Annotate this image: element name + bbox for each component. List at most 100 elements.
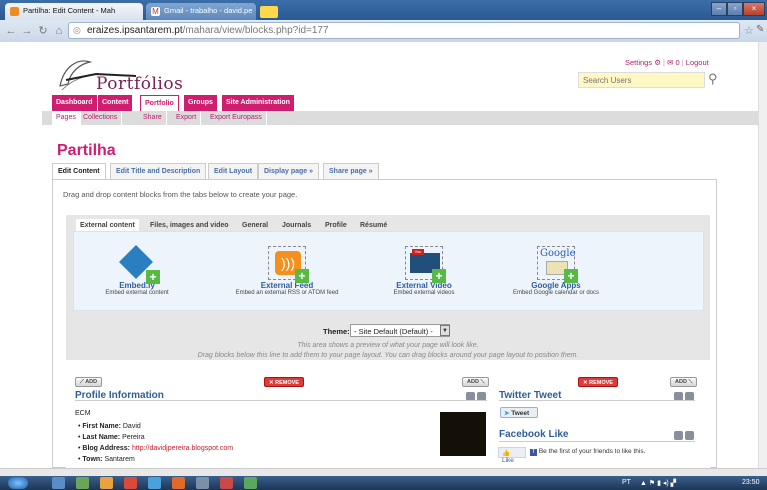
- field-value: David: [122, 423, 141, 430]
- instructions-text: Drag and drop content blocks from the ta…: [63, 190, 298, 199]
- search-icon[interactable]: ⚲: [708, 71, 718, 87]
- blog-link[interactable]: http://davidjpereira.blogspot.com: [132, 445, 233, 452]
- blocktype-google-apps[interactable]: Google + Google Apps Embed Google calend…: [491, 246, 621, 296]
- subnav-pages[interactable]: Pages: [52, 111, 81, 125]
- theme-label: Theme:: [323, 327, 350, 336]
- facebook-block-title[interactable]: Facebook Like: [499, 429, 568, 440]
- delete-block-icon[interactable]: [685, 431, 694, 440]
- blocktype-external-feed[interactable]: ))) + External Feed Embed an external RS…: [217, 246, 357, 296]
- settings-link[interactable]: Settings: [625, 58, 652, 67]
- add-label: ADD: [85, 379, 98, 385]
- add-column-1-button[interactable]: ⟋ ADD: [75, 377, 103, 387]
- theme-select[interactable]: - Site Default (Default) -: [350, 324, 450, 337]
- rss-feed-icon: ))) +: [268, 246, 309, 283]
- configure-icon[interactable]: [674, 431, 683, 440]
- tab-display-page[interactable]: Display page »: [258, 163, 320, 179]
- inbox-icon[interactable]: ✉: [667, 58, 673, 67]
- back-arrow-icon[interactable]: ←: [4, 24, 18, 38]
- profile-org: ECM: [75, 410, 91, 417]
- profile-field-last-name: • Last Name: Pereira: [78, 434, 145, 441]
- taskbar-chrome-icon[interactable]: [124, 477, 137, 489]
- drag-note: Drag blocks below this line to add them …: [197, 352, 579, 359]
- twitter-bird-icon: ➤: [504, 410, 510, 417]
- video-icon: You +: [405, 246, 446, 283]
- subnav-share[interactable]: Share: [139, 111, 167, 125]
- remove-column-2-button[interactable]: ✕ REMOVE: [578, 377, 618, 387]
- subnav-export[interactable]: Export: [172, 111, 202, 125]
- taskbar-app2-icon[interactable]: [196, 477, 209, 489]
- nav-dashboard[interactable]: Dashboard: [52, 95, 98, 111]
- blocktype-desc: Embed external content: [105, 290, 169, 296]
- horizontal-scrollbar[interactable]: [0, 468, 767, 476]
- remove-label: REMOVE: [589, 380, 613, 386]
- nav-site-administration[interactable]: Site Administration: [222, 95, 295, 111]
- blocktype-name: Embed.ly: [119, 281, 155, 290]
- facebook-like-text: f Be the first of your friends to like t…: [530, 448, 645, 456]
- tweet-label: Tweet: [511, 410, 530, 417]
- settings-gear-icon[interactable]: ⚙: [654, 58, 661, 67]
- close-icon[interactable]: ×: [743, 2, 765, 16]
- vertical-scrollbar[interactable]: [758, 42, 767, 468]
- tab-edit-title-description[interactable]: Edit Title and Description: [110, 163, 207, 179]
- wrench-icon[interactable]: ✎: [756, 24, 764, 35]
- taskbar-clock[interactable]: 23:50: [742, 479, 760, 486]
- tab-share-page[interactable]: Share page »: [323, 163, 379, 179]
- inbox-count[interactable]: 0: [675, 58, 679, 67]
- browser-tab-partilha[interactable]: Partilha: Edit Content - Mah: [5, 3, 143, 20]
- url-host: eraizes.ipsantarem.pt: [87, 25, 183, 36]
- chevron-down-icon[interactable]: ▼: [440, 325, 450, 336]
- profile-field-first-name: • First Name: David: [78, 423, 141, 430]
- add-column-2-button[interactable]: ADD ⟍: [462, 377, 490, 387]
- taskbar-app4-icon[interactable]: [244, 477, 257, 489]
- reload-icon[interactable]: ↻: [36, 24, 50, 38]
- field-value: Santarem: [104, 456, 135, 463]
- blocktype-external-video[interactable]: You + External Video Embed external vide…: [359, 246, 489, 296]
- field-label: Town:: [82, 456, 103, 463]
- minimize-icon[interactable]: –: [711, 2, 727, 16]
- like-label: Like: [502, 457, 514, 464]
- nav-groups[interactable]: Groups: [184, 95, 218, 111]
- tab-edit-content[interactable]: Edit Content: [52, 163, 106, 179]
- page-info-icon: ◎: [73, 25, 81, 35]
- tab-edit-layout[interactable]: Edit Layout: [208, 163, 259, 179]
- new-tab-button[interactable]: [260, 6, 278, 18]
- search-users-input[interactable]: [578, 72, 705, 88]
- taskbar-folder-icon[interactable]: [100, 477, 113, 489]
- forward-arrow-icon[interactable]: →: [20, 24, 34, 38]
- taskbar-app3-icon[interactable]: [220, 477, 233, 489]
- taskbar-app-icon[interactable]: [76, 477, 89, 489]
- site-logo-text: Portfólios: [96, 74, 184, 94]
- profile-field-town: • Town: Santarem: [78, 456, 135, 463]
- nav-content[interactable]: Content: [98, 95, 134, 111]
- taskbar-explorer-icon[interactable]: [52, 477, 65, 489]
- facebook-like-button[interactable]: 👍Like: [498, 447, 526, 464]
- add-column-3-button[interactable]: ADD ⟍: [670, 377, 698, 387]
- subnav-export-europass[interactable]: Export Europass: [206, 111, 267, 125]
- subnav-collections[interactable]: Collections: [79, 111, 123, 125]
- browser-tab-gmail[interactable]: M Gmail - trabalho - david.pe: [146, 3, 256, 20]
- bookmark-star-icon[interactable]: ☆: [744, 24, 754, 37]
- taskbar-media-icon[interactable]: [172, 477, 185, 489]
- tweet-button[interactable]: ➤ Tweet: [500, 407, 538, 418]
- taskbar-ie-icon[interactable]: [148, 477, 161, 489]
- embedly-icon: +: [118, 245, 160, 284]
- blocktype-name: External Video: [396, 281, 452, 290]
- blocktype-name: External Feed: [260, 281, 314, 290]
- system-tray-icons[interactable]: ▲ ⚑ ▮ ◂) ▞: [640, 479, 676, 487]
- add-label: ADD: [675, 379, 687, 385]
- maximize-icon[interactable]: ▫: [727, 2, 743, 16]
- blocktype-name: Google Apps: [531, 281, 581, 290]
- mahara-favicon-icon: [10, 7, 19, 16]
- blocktype-embedly[interactable]: + Embed.ly Embed external content: [72, 245, 202, 296]
- start-button-icon[interactable]: [8, 477, 28, 489]
- user-links: Settings ⚙ | ✉ 0 | Logout: [625, 58, 709, 67]
- address-bar[interactable]: ◎ eraizes.ipsantarem.pt/mahara/view/bloc…: [68, 22, 740, 39]
- language-indicator[interactable]: PT: [622, 479, 631, 486]
- divider: [499, 400, 695, 401]
- profile-photo: [440, 412, 486, 456]
- logout-link[interactable]: Logout: [686, 58, 709, 67]
- remove-column-1-button[interactable]: ✕ REMOVE: [264, 377, 304, 387]
- field-value: Pereira: [122, 434, 145, 441]
- home-icon[interactable]: ⌂: [52, 24, 66, 38]
- nav-portfolio[interactable]: Portfolio: [140, 95, 179, 111]
